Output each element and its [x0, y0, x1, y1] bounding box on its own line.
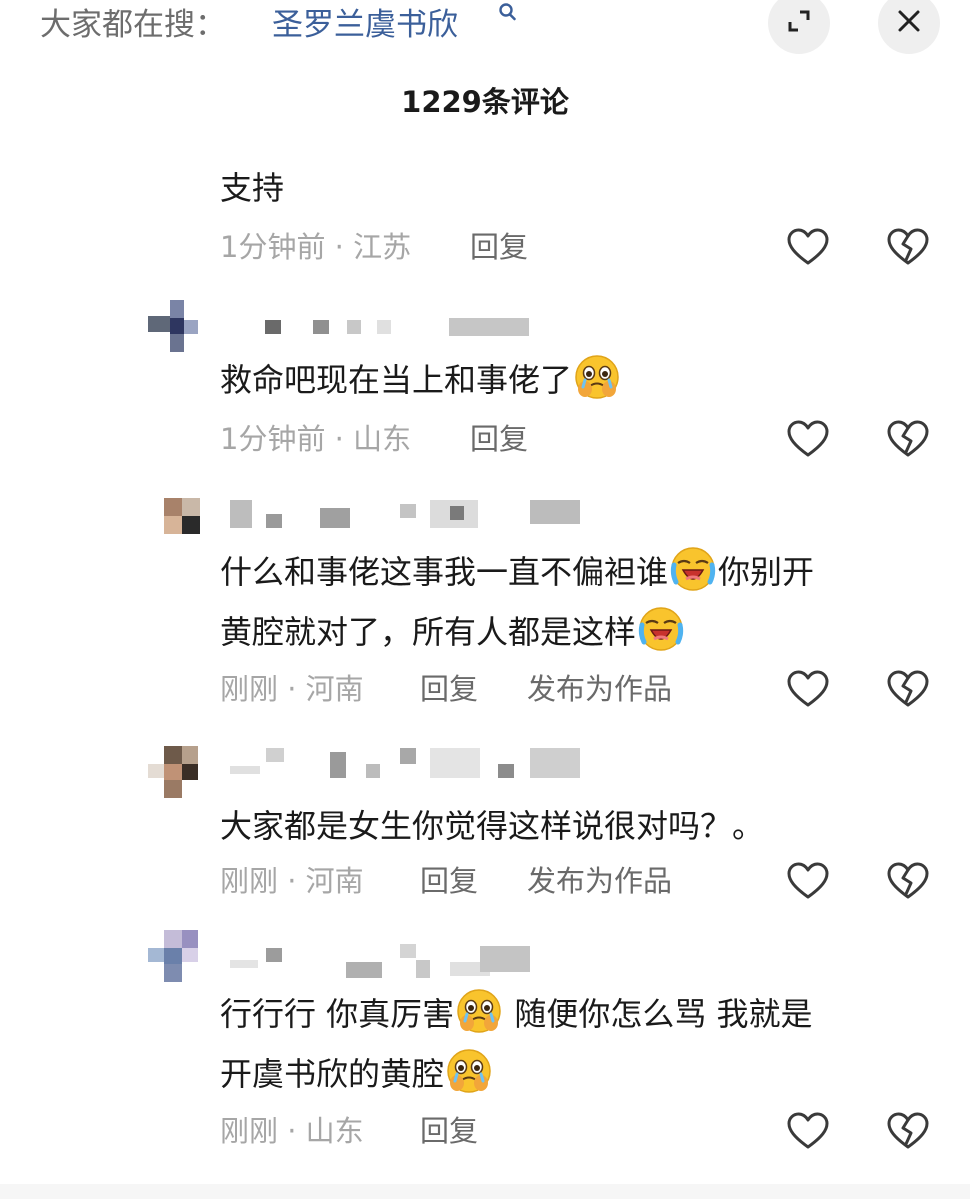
crying-pleading-emoji [446, 1048, 492, 1094]
comment-text-part: 随便你怎么骂 我就是 [504, 995, 813, 1033]
broken-heart-icon[interactable] [886, 227, 930, 267]
loudly-crying-emoji [670, 546, 716, 592]
comment-text: 支持 [220, 169, 285, 207]
username-blurred[interactable] [230, 944, 550, 980]
broken-heart-icon[interactable] [886, 1111, 930, 1151]
comment-text-line1: 行行行 你真厉害 随便你怎么骂 我就是 [220, 984, 813, 1044]
comment-text-part: 开虞书欣的黄腔 [220, 1055, 445, 1093]
avatar[interactable] [148, 300, 198, 352]
search-icon[interactable] [498, 2, 518, 32]
heart-icon[interactable] [786, 419, 830, 459]
avatar[interactable] [148, 930, 198, 982]
comment-meta: 1分钟前 · 山东 [220, 422, 412, 456]
comment-count-title: 1229条评论 [401, 85, 569, 119]
expand-icon [785, 7, 813, 39]
bottom-strip [0, 1184, 970, 1199]
comment-text-part: 行行行 你真厉害 [220, 995, 455, 1033]
comment-text-line2: 黄腔就对了，所有人都是这样 [220, 602, 686, 662]
comment-meta: 刚刚 · 山东 [220, 1114, 364, 1148]
username-blurred[interactable] [265, 318, 535, 338]
search-suggestion-term[interactable]: 圣罗兰虞书欣 [272, 2, 458, 48]
search-suggestion-label: 大家都在搜： [40, 7, 226, 43]
comment-meta: 刚刚 · 河南 [220, 672, 364, 706]
publish-as-work-button[interactable]: 发布为作品 [527, 860, 672, 902]
comment-text: 救命吧现在当上和事佬了 [220, 350, 622, 410]
reply-button[interactable]: 回复 [420, 860, 478, 902]
loudly-crying-emoji [638, 606, 684, 652]
comment-text: 大家都是女生你觉得这样说很对吗？。 [220, 807, 765, 845]
heart-icon[interactable] [786, 227, 830, 267]
comment-text-part: 你别开 [718, 553, 815, 591]
heart-icon[interactable] [786, 1111, 830, 1151]
comment-text-body: 救命吧现在当上和事佬了 [220, 361, 573, 399]
reply-button[interactable]: 回复 [470, 418, 528, 460]
heart-icon[interactable] [786, 669, 830, 709]
reply-button[interactable]: 回复 [470, 226, 528, 268]
comment-meta: 刚刚 · 河南 [220, 864, 364, 898]
comment-text-line1: 什么和事佬这事我一直不偏袒谁 你别开 [220, 542, 814, 602]
expand-button[interactable] [768, 0, 830, 54]
reply-button[interactable]: 回复 [420, 668, 478, 710]
comment-meta: 1分钟前 · 江苏 [220, 230, 412, 264]
comment-text-part: 黄腔就对了，所有人都是这样 [220, 613, 637, 651]
broken-heart-icon[interactable] [886, 861, 930, 901]
username-blurred[interactable] [230, 748, 590, 782]
comment-text-line2: 开虞书欣的黄腔 [220, 1044, 494, 1104]
close-icon [895, 7, 923, 39]
reply-button[interactable]: 回复 [420, 1110, 478, 1152]
avatar[interactable] [164, 498, 200, 534]
broken-heart-icon[interactable] [886, 669, 930, 709]
crying-pleading-emoji [456, 988, 502, 1034]
broken-heart-icon[interactable] [886, 419, 930, 459]
avatar[interactable] [148, 746, 198, 798]
crying-pleading-emoji [574, 354, 620, 400]
close-button[interactable] [878, 0, 940, 54]
username-blurred[interactable] [230, 500, 590, 530]
comment-text-part: 什么和事佬这事我一直不偏袒谁 [220, 553, 669, 591]
heart-icon[interactable] [786, 861, 830, 901]
publish-as-work-button[interactable]: 发布为作品 [527, 668, 672, 710]
